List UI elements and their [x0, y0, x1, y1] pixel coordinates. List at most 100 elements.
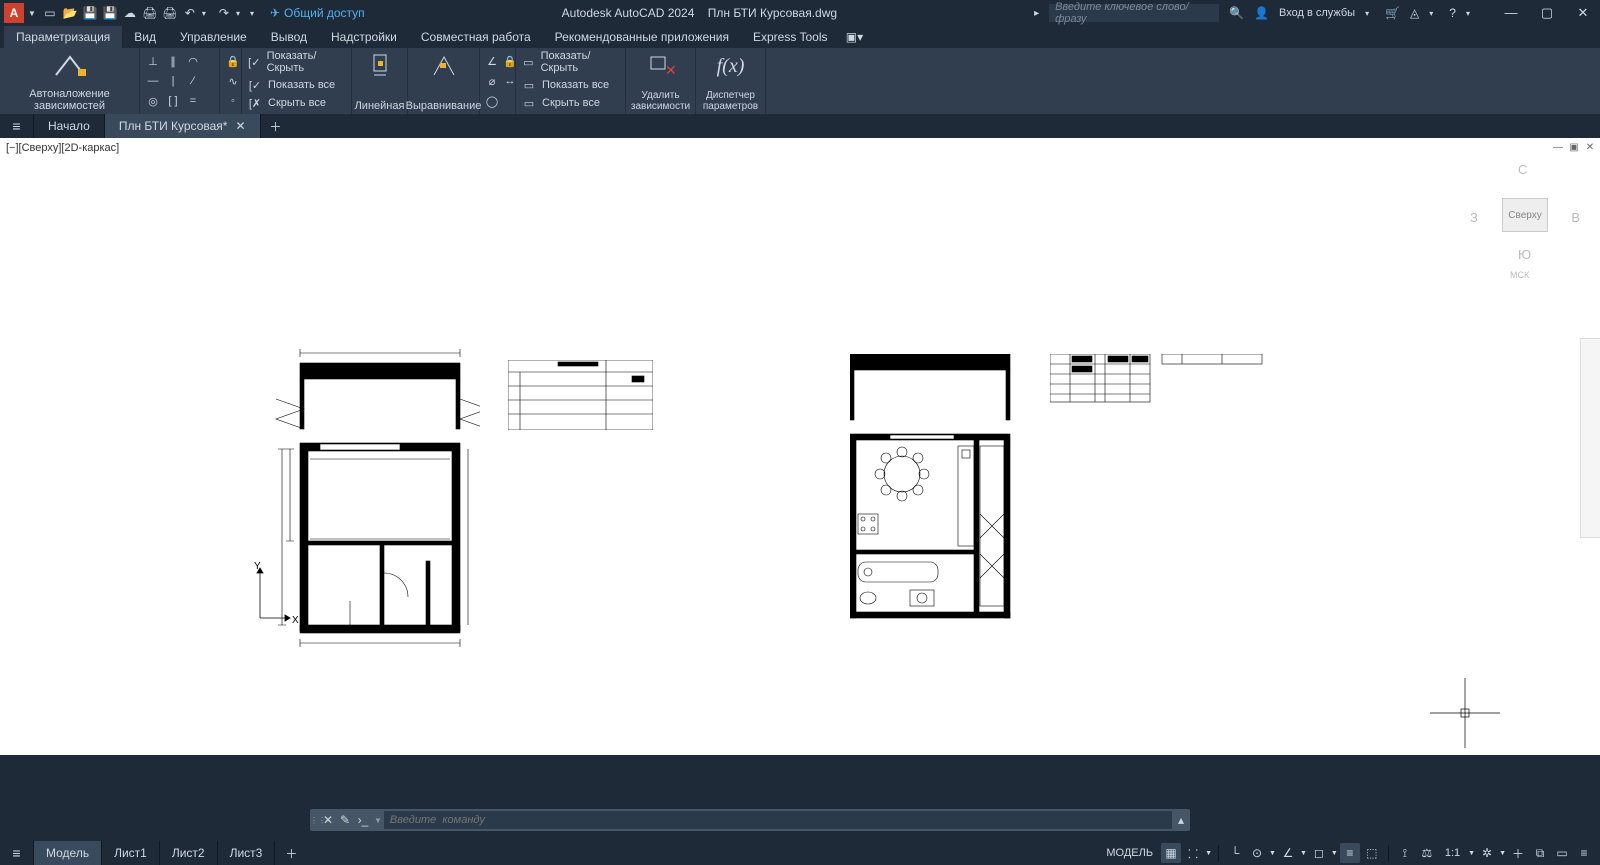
vp-close[interactable]: ✕: [1584, 142, 1596, 154]
share-button[interactable]: ✈ Общий доступ: [270, 6, 365, 20]
cmd-dd[interactable]: ▼: [374, 816, 382, 825]
gc-paral-icon[interactable]: ∥: [164, 52, 182, 70]
sb-scale-dd[interactable]: ▼: [1468, 850, 1475, 857]
add-tab[interactable]: ＋: [261, 114, 291, 138]
account-label[interactable]: Вход в службы: [1279, 7, 1355, 19]
autoconstrain-icon[interactable]: [54, 52, 86, 80]
vp-minimize[interactable]: ―: [1552, 142, 1564, 154]
linear-icon[interactable]: [364, 52, 396, 80]
ribbon-tab-output[interactable]: Вывод: [259, 26, 319, 48]
ribbon-tab-view[interactable]: Вид: [122, 26, 168, 48]
layout-tab-model[interactable]: Модель: [34, 841, 102, 865]
sb-iso-dd[interactable]: ▼: [1300, 850, 1307, 857]
cmd-customize-icon[interactable]: ✎: [336, 813, 354, 827]
qat-web-icon[interactable]: ☁: [122, 5, 138, 21]
cmd-close-icon[interactable]: ✕: [320, 813, 336, 827]
dim-show-all[interactable]: ▭Показать все: [516, 76, 625, 94]
ribbon-tab-parametric[interactable]: Параметризация: [4, 26, 122, 48]
gc-horiz-icon[interactable]: —: [144, 72, 162, 90]
command-input[interactable]: [384, 811, 1172, 829]
qat-saveas-icon[interactable]: 💾: [102, 5, 118, 21]
layout-tab-sheet1[interactable]: Лист1: [102, 841, 160, 865]
delete-constraints-icon[interactable]: ✕: [645, 52, 677, 80]
ribbon-tab-collab[interactable]: Совместная работа: [409, 26, 543, 48]
layout-menu[interactable]: ≡: [0, 841, 34, 865]
sb-dyn-icon[interactable]: ＋: [1508, 843, 1528, 863]
app-menu-dropdown[interactable]: ▼: [28, 9, 36, 18]
sb-iso-icon[interactable]: ∠: [1278, 843, 1298, 863]
gc-fix-icon[interactable]: 🔒: [224, 52, 242, 70]
account-icon[interactable]: 👤: [1254, 6, 1269, 20]
gc-sym-icon[interactable]: [ ]: [164, 92, 182, 110]
sb-snap-dd[interactable]: ▼: [1205, 850, 1212, 857]
dim-hide-all[interactable]: ▭Скрыть все: [516, 94, 625, 112]
account-dropdown[interactable]: ▾: [1365, 9, 1369, 18]
add-layout[interactable]: ＋: [275, 841, 307, 865]
sb-polar-dd[interactable]: ▼: [1269, 850, 1276, 857]
viewport[interactable]: [−][Сверху][2D-каркас] ― ▣ ✕ С Ю З В Све…: [0, 138, 1600, 755]
sb-grid-icon[interactable]: ▦: [1161, 843, 1181, 863]
gc-conc-icon[interactable]: ◎: [144, 92, 162, 110]
gc-coinc-icon[interactable]: ◦: [224, 92, 242, 110]
gc-vert-icon[interactable]: |: [164, 72, 182, 90]
sb-osnap-dd[interactable]: ▼: [1331, 850, 1338, 857]
viewport-controls[interactable]: [−][Сверху][2D-каркас]: [6, 142, 119, 154]
ribbon-tab-empty[interactable]: ▣▾: [839, 26, 869, 48]
help-icon[interactable]: ?: [1449, 6, 1456, 20]
tab-start[interactable]: Начало: [34, 114, 105, 138]
undo-dropdown[interactable]: ▾: [202, 9, 206, 18]
layout-tab-sheet3[interactable]: Лист3: [218, 841, 276, 865]
sb-model[interactable]: МОДЕЛЬ: [1100, 843, 1159, 863]
dim-rad-icon[interactable]: ⌀: [484, 72, 500, 90]
qat-customize[interactable]: ▾: [250, 9, 254, 18]
viewcube-wcs[interactable]: МСК: [1510, 270, 1529, 280]
gc-perp-icon[interactable]: ⊥: [144, 52, 162, 70]
dim-show-hide[interactable]: ▭Показать/Скрыть: [516, 48, 625, 76]
navigation-bar[interactable]: [1580, 338, 1600, 538]
viewcube-east[interactable]: В: [1571, 210, 1580, 225]
tab-file[interactable]: Плн БТИ Курсовая* ✕: [105, 114, 261, 138]
autodesk-dropdown[interactable]: ▾: [1429, 9, 1433, 18]
param-manager-icon[interactable]: f(x): [715, 52, 747, 80]
ribbon-tab-manage[interactable]: Управление: [168, 26, 259, 48]
window-maximize[interactable]: ▢: [1540, 6, 1554, 20]
layout-tab-sheet2[interactable]: Лист2: [160, 841, 218, 865]
gc-equal-icon[interactable]: =: [184, 92, 202, 110]
sb-transp-icon[interactable]: ⬚: [1362, 843, 1382, 863]
sb-clean-icon[interactable]: ▭: [1552, 843, 1572, 863]
tab-close-icon[interactable]: ✕: [235, 119, 245, 133]
help-dropdown[interactable]: ▾: [1466, 9, 1470, 18]
align-icon[interactable]: [428, 52, 460, 80]
gc-tangent-icon[interactable]: ◠: [184, 52, 202, 70]
qat-open-icon[interactable]: 📂: [62, 5, 78, 21]
ribbon-tab-addins[interactable]: Надстройки: [319, 26, 409, 48]
gc-colin-icon[interactable]: ∕: [184, 72, 202, 90]
qat-redo-icon[interactable]: ↷: [216, 5, 232, 21]
command-line[interactable]: ⋮⋮ ✕ ✎ ›_ ▼ ▴: [310, 809, 1190, 831]
dim-ang-icon[interactable]: ∠: [484, 52, 500, 70]
viewcube-west[interactable]: З: [1470, 210, 1478, 225]
geo-hide-all[interactable]: [✗Скрыть все: [242, 94, 351, 112]
sb-qp-icon[interactable]: ⧉: [1530, 843, 1550, 863]
geo-show-hide[interactable]: [✓Показать/Скрыть: [242, 48, 351, 76]
viewcube[interactable]: С Ю З В Сверху МСК: [1470, 162, 1580, 302]
qat-save-icon[interactable]: 💾: [82, 5, 98, 21]
ribbon-tab-featured[interactable]: Рекомендованные приложения: [543, 26, 741, 48]
window-close[interactable]: ✕: [1576, 6, 1590, 20]
sb-osnap-icon[interactable]: ◻: [1309, 843, 1329, 863]
search-box[interactable]: Введите ключевое слово/фразу: [1049, 4, 1219, 22]
viewcube-south[interactable]: Ю: [1518, 247, 1531, 262]
window-minimize[interactable]: ―: [1504, 6, 1518, 20]
vp-restore[interactable]: ▣: [1568, 142, 1580, 154]
autodesk-icon[interactable]: ◬: [1410, 6, 1419, 20]
search-icon[interactable]: 🔍: [1229, 6, 1244, 20]
cmd-grip-icon[interactable]: ⋮⋮: [310, 816, 320, 825]
ribbon-tab-express[interactable]: Express Tools: [741, 26, 839, 48]
qat-print-icon[interactable]: 🖨: [162, 5, 178, 21]
drawing-menu[interactable]: ≡: [0, 114, 34, 138]
sb-polar-icon[interactable]: ⊙: [1247, 843, 1267, 863]
viewcube-top[interactable]: Сверху: [1502, 198, 1548, 232]
sb-annoscale-icon[interactable]: ⚖: [1417, 843, 1437, 863]
geo-show-all[interactable]: [✓Показать все: [242, 76, 351, 94]
qat-undo-icon[interactable]: ↶: [182, 5, 198, 21]
